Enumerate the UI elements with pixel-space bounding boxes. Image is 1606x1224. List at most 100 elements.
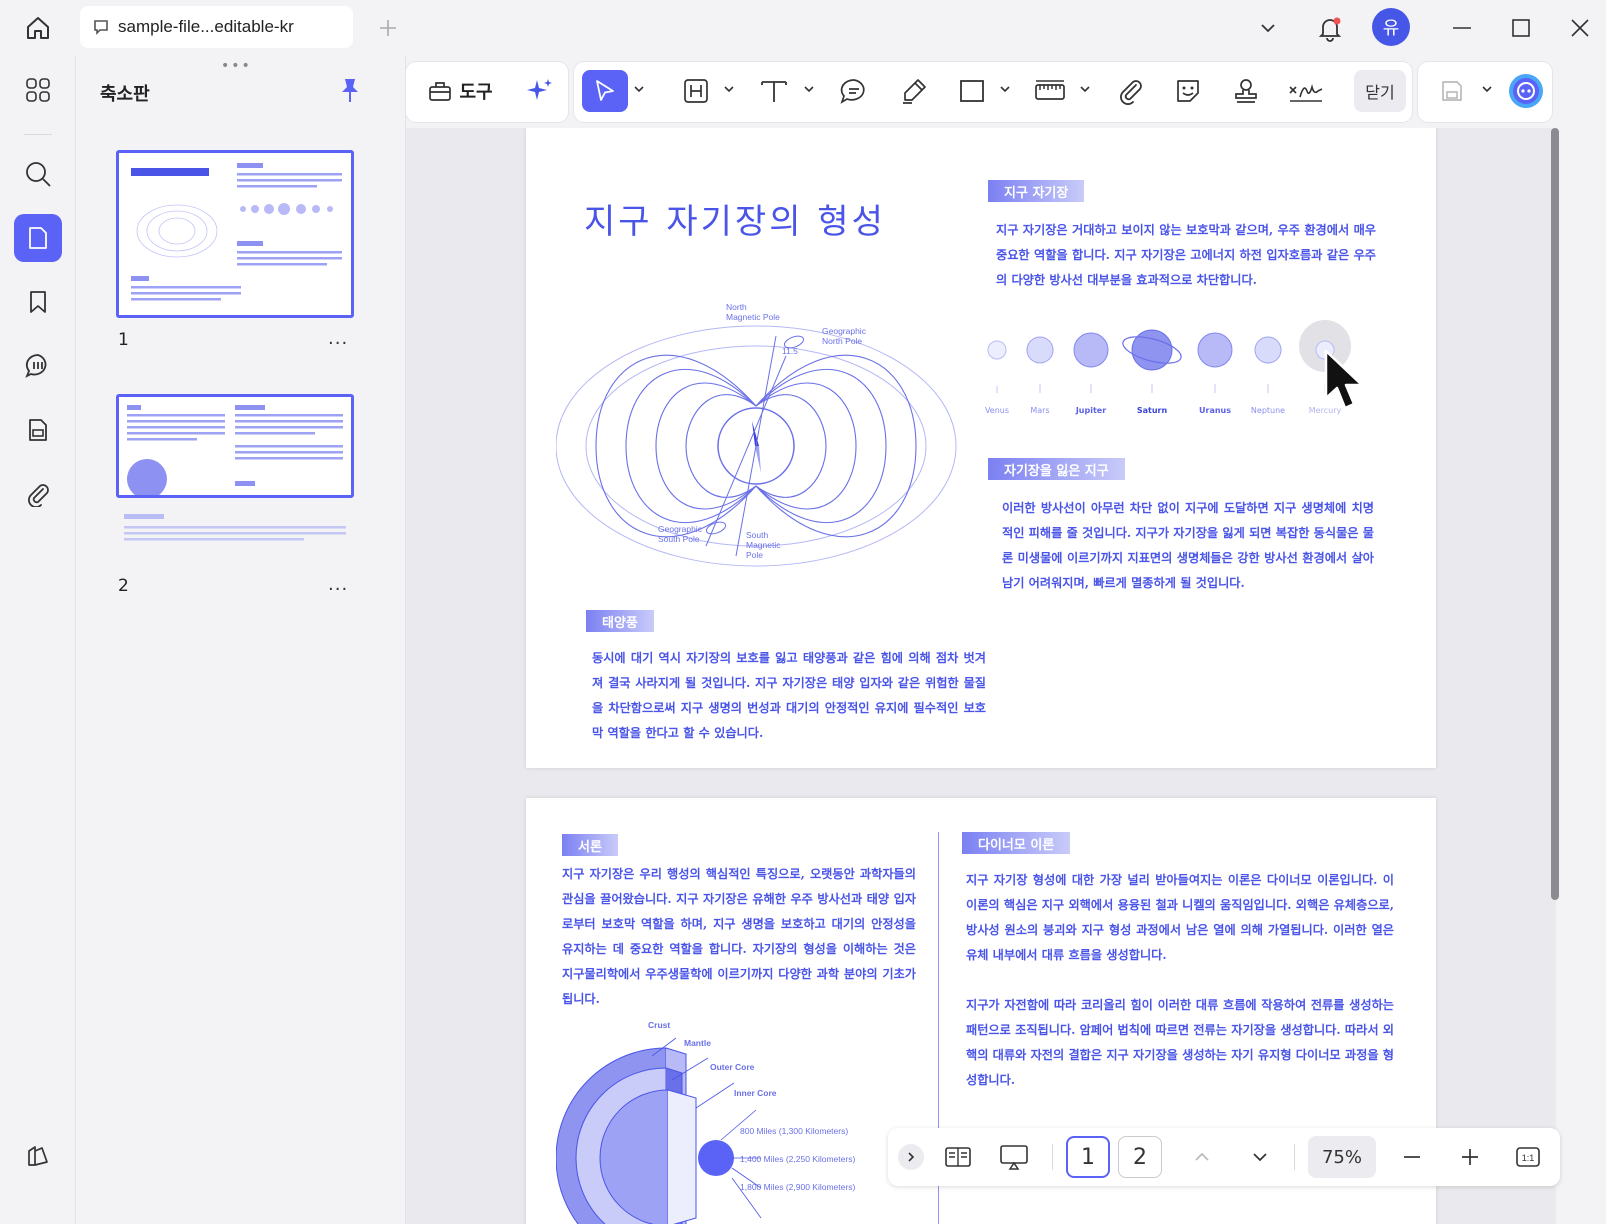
document-page-1: 지구 자기장의 형성 North Magnetic Pole Geographi… <box>526 128 1436 768</box>
close-window-button[interactable] <box>1562 10 1598 46</box>
section-text-magnetic-field: 지구 자기장은 거대하고 보이지 않는 보호막과 같으며, 우주 환경에서 매우… <box>996 223 1376 287</box>
rail-theme-button[interactable] <box>14 1132 62 1180</box>
save-button[interactable] <box>1432 70 1472 112</box>
new-tab-button[interactable] <box>370 10 406 46</box>
heading-tool-dropdown[interactable] <box>722 82 736 96</box>
home-icon <box>27 17 49 39</box>
rail-search-button[interactable] <box>14 150 62 198</box>
next-page-button[interactable] <box>1242 1136 1278 1178</box>
rail-bookmarks-button[interactable] <box>14 278 62 326</box>
actual-size-icon: 1:1 <box>1516 1147 1540 1167</box>
heading-icon <box>684 79 708 103</box>
page-1-button[interactable]: 1 <box>1066 1136 1110 1178</box>
thumbnail-page-number-2: 2 <box>118 576 129 596</box>
minus-icon <box>1404 1156 1420 1158</box>
shape-tool[interactable] <box>952 70 992 112</box>
page-thumbnail-1[interactable] <box>116 150 354 318</box>
toolbox-icon <box>429 82 452 101</box>
cursor-icon <box>596 80 614 101</box>
vertical-scrollbar-thumb[interactable] <box>1551 128 1559 900</box>
text-tool-dropdown[interactable] <box>802 82 816 96</box>
page-navigation-bar: 1 2 75% 1:1 <box>888 1128 1560 1186</box>
svg-text:1:1: 1:1 <box>1522 1153 1535 1163</box>
stamp-tool[interactable] <box>1226 70 1266 112</box>
text-tool[interactable] <box>754 70 794 112</box>
page-layout-button[interactable] <box>936 1136 980 1178</box>
pin-panel-button[interactable] <box>334 74 366 106</box>
rectangle-icon <box>960 80 984 102</box>
presentation-button[interactable] <box>992 1136 1036 1178</box>
page-title: 지구 자기장의 형성 <box>584 202 886 242</box>
notification-button[interactable] <box>1310 8 1350 48</box>
page-icon <box>29 227 47 249</box>
shape-tool-dropdown[interactable] <box>998 82 1012 96</box>
tab-title: sample-file...editable-kr <box>118 17 294 36</box>
layer-label-outer-core: Outer Core <box>710 1062 755 1072</box>
rail-attachments-pages-button[interactable] <box>14 406 62 454</box>
section-text-lost-field: 이러한 방사선이 아무런 차단 없이 지구에 도달하면 지구 생명체에 치명적인… <box>1002 501 1374 590</box>
document-viewer[interactable]: 지구 자기장의 형성 North Magnetic Pole Geographi… <box>406 128 1556 1224</box>
attach-tool[interactable] <box>1110 70 1150 112</box>
grid-icon <box>26 78 50 102</box>
ai-button[interactable] <box>518 70 562 112</box>
page-thumbnail-2[interactable] <box>116 394 354 498</box>
search-icon <box>26 162 51 187</box>
sparkle-icon <box>527 79 552 100</box>
comment-list-icon <box>25 354 47 378</box>
minimize-icon <box>1453 27 1471 29</box>
maximize-button[interactable] <box>1503 10 1539 46</box>
section-tag-lost-field: 자기장을 잃은 지구 <box>988 458 1125 480</box>
close-tools-button[interactable]: 닫기 <box>1354 70 1406 112</box>
mouse-cursor-icon <box>1324 349 1364 410</box>
pin-icon <box>342 79 358 102</box>
maximize-icon <box>1512 19 1530 37</box>
thumbnail-page-number-1: 1 <box>118 330 129 350</box>
chevron-down-icon <box>804 86 814 93</box>
thumbnail-more-button-1[interactable]: ... <box>328 328 348 349</box>
speech-bubble-icon <box>840 79 865 104</box>
ai-assistant-button[interactable] <box>1506 70 1546 112</box>
page-2-button[interactable]: 2 <box>1118 1136 1162 1178</box>
measure-tool-dropdown[interactable] <box>1078 82 1092 96</box>
select-tool-dropdown[interactable] <box>632 82 646 96</box>
rail-divider <box>24 134 52 135</box>
tools-button[interactable]: 도구 <box>420 70 500 112</box>
actual-size-button[interactable]: 1:1 <box>1510 1136 1546 1178</box>
sticker-tool[interactable] <box>1168 70 1208 112</box>
heading-tool[interactable] <box>676 70 716 112</box>
comment-tool[interactable] <box>834 70 874 112</box>
minimize-button[interactable] <box>1444 10 1480 46</box>
chevron-down-icon <box>1000 86 1010 93</box>
planet-label-uranus: Uranus <box>1199 406 1231 415</box>
measure-tool[interactable] <box>1030 70 1070 112</box>
planet-label-jupiter: Jupiter <box>1075 406 1107 415</box>
zoom-in-button[interactable] <box>1452 1136 1488 1178</box>
select-tool[interactable] <box>582 70 628 112</box>
ruler-icon <box>1035 80 1065 100</box>
rail-comments-button[interactable] <box>14 342 62 390</box>
section-text-dynamo-2: 지구가 자전함에 따라 코리올리 힘이 이러한 대류 흐름에 작용하여 전류를 … <box>966 998 1394 1087</box>
zoom-out-button[interactable] <box>1394 1136 1430 1178</box>
layer-label-mantle: Mantle <box>684 1038 711 1048</box>
rail-thumbnails-button[interactable] <box>14 214 62 262</box>
chevron-down-icon <box>1253 1153 1267 1162</box>
save-dropdown[interactable] <box>1480 82 1494 96</box>
previous-page-button[interactable] <box>1184 1136 1220 1178</box>
thumbnail-panel: ••• 축소판 1 ... 2 ... <box>76 56 406 1224</box>
chevron-down-icon <box>1261 24 1275 33</box>
rail-attachments-button[interactable] <box>14 470 62 518</box>
thumbnail-more-button-2[interactable]: ... <box>328 574 348 595</box>
avatar[interactable]: 유 <box>1372 8 1410 46</box>
panel-resize-grip[interactable]: ••• <box>221 58 252 74</box>
home-button[interactable] <box>18 8 58 48</box>
collapse-bar-button[interactable] <box>898 1144 924 1170</box>
zoom-level[interactable]: 75% <box>1308 1136 1376 1178</box>
highlighter-tool[interactable] <box>894 70 934 112</box>
document-tab[interactable]: sample-file...editable-kr <box>80 6 353 48</box>
signature-tool[interactable] <box>1284 70 1328 112</box>
rail-apps-button[interactable] <box>14 66 62 114</box>
geographic-south-pole-label: Geographic South Pole <box>658 524 702 544</box>
main-toolbar: 도구 닫기 <box>406 56 1556 128</box>
tab-list-button[interactable] <box>1250 10 1286 46</box>
signature-icon <box>1289 83 1323 102</box>
